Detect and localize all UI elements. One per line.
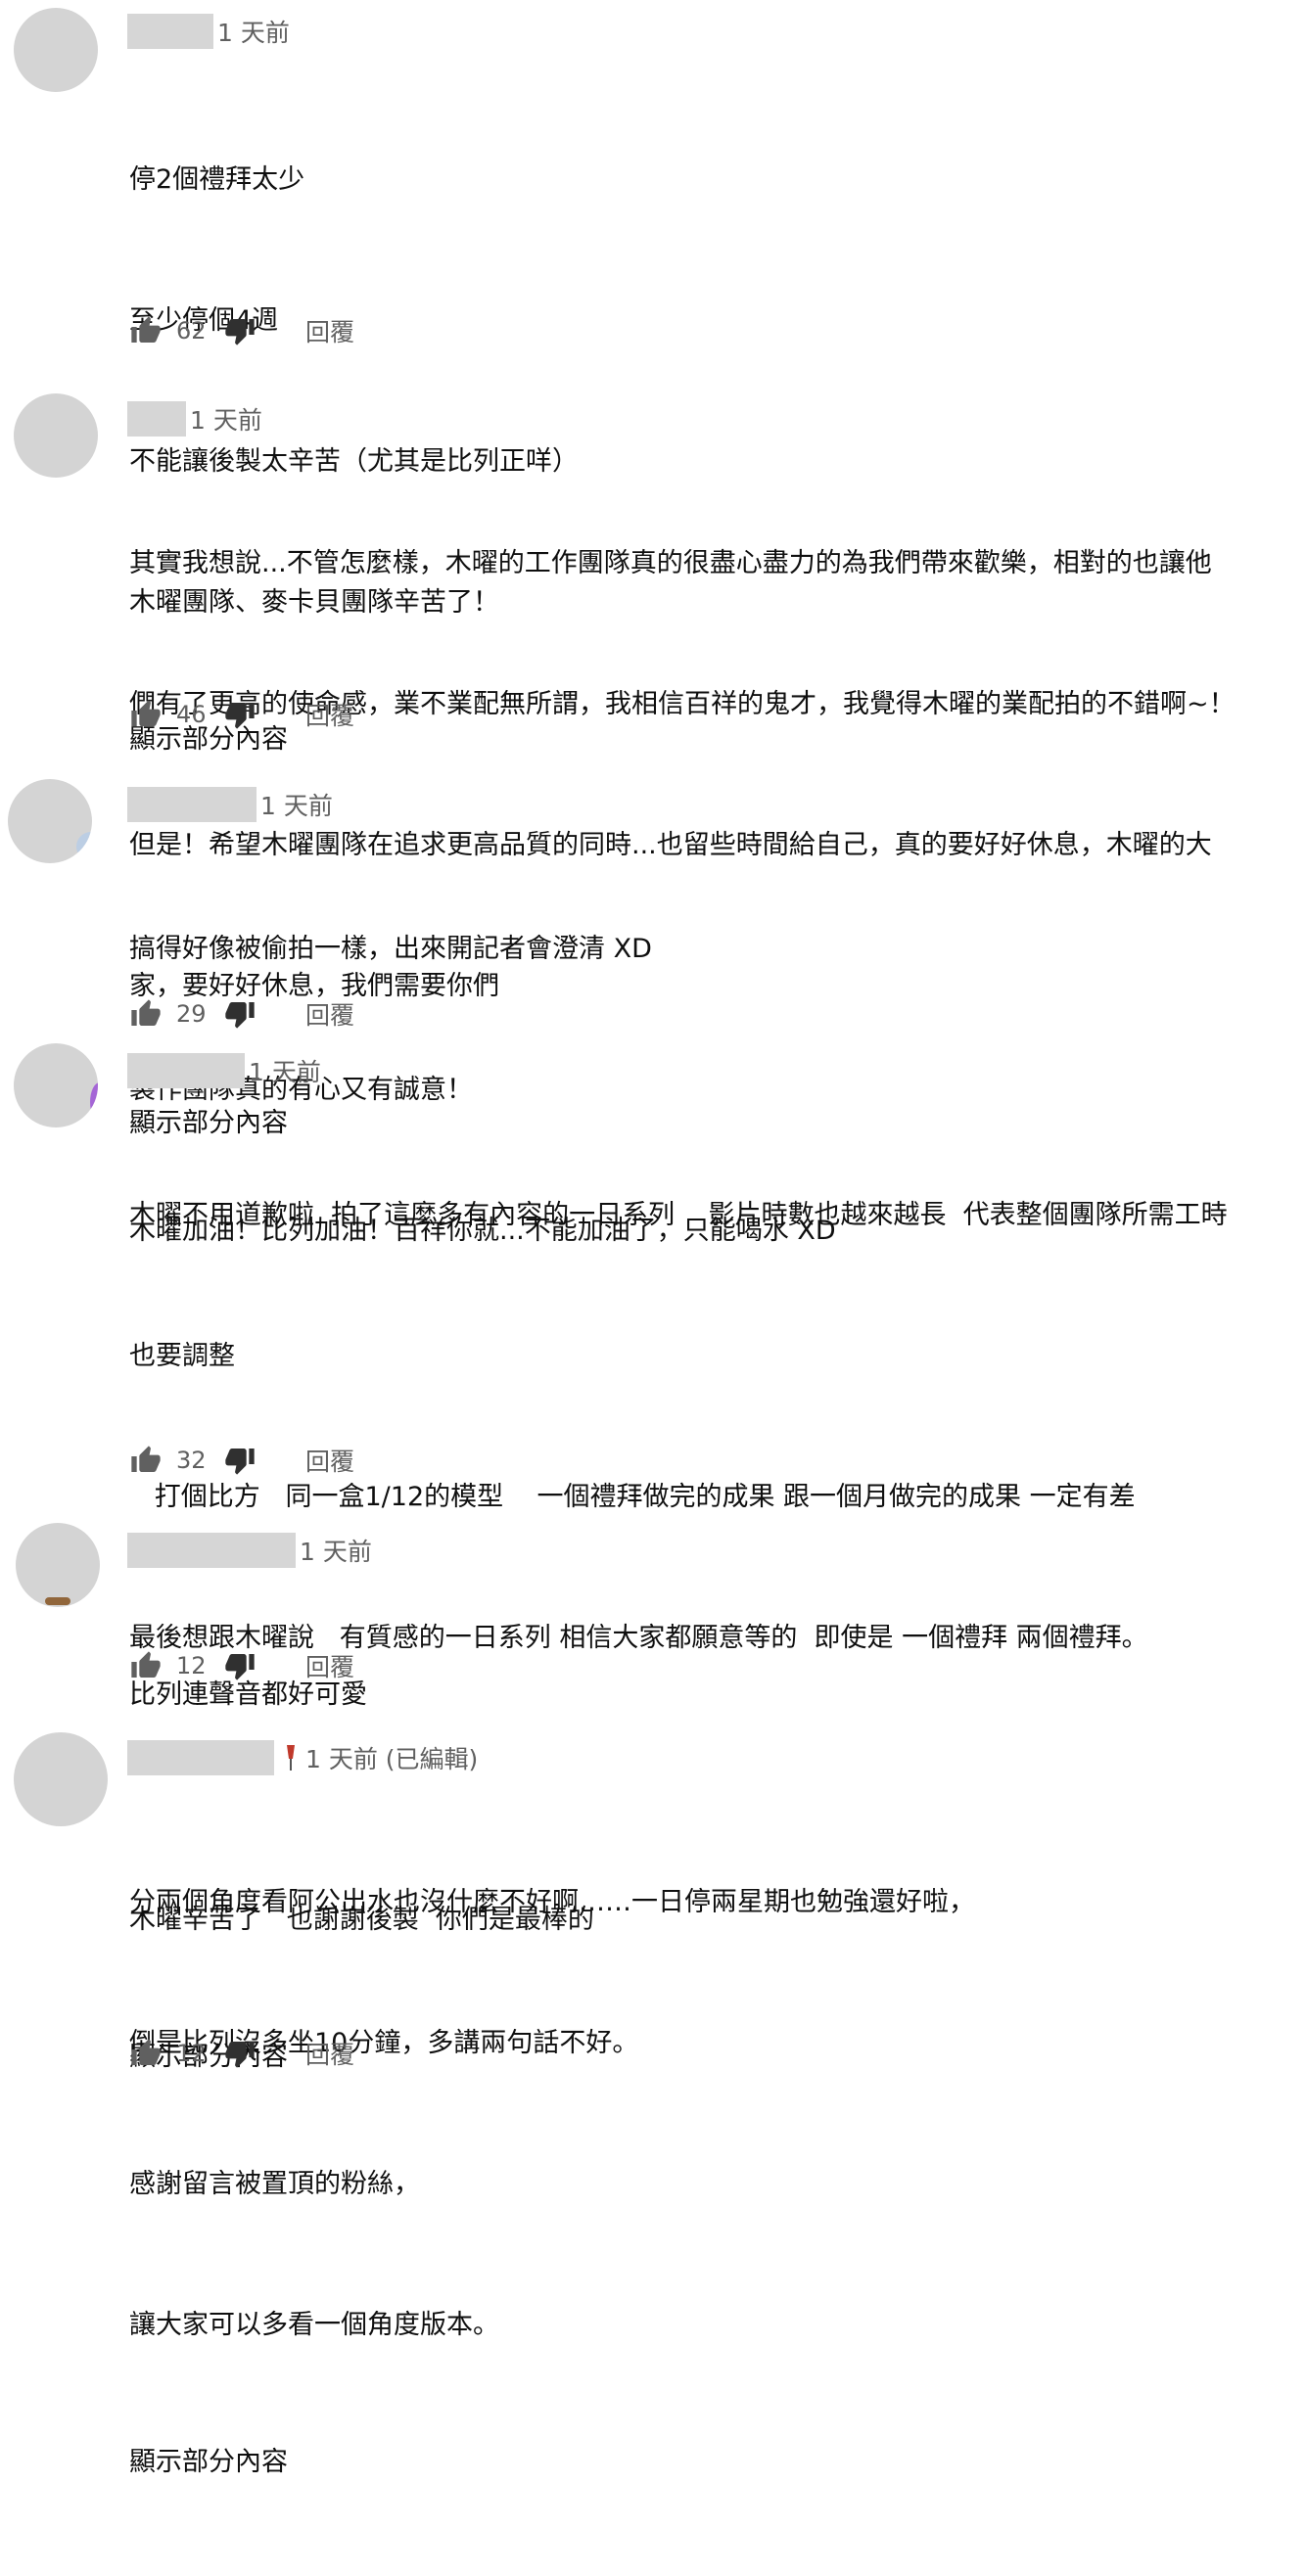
comment-line: 搞得好像被偷拍一樣，出來開記者會澄清 XD [129, 934, 652, 964]
reply-button[interactable]: 回覆 [305, 1648, 354, 1683]
timestamp[interactable]: 1 天前 [300, 1533, 372, 1568]
reply-button[interactable]: 回覆 [305, 697, 354, 732]
edit-pencil-icon [280, 1743, 302, 1772]
like-count: 46 [176, 701, 207, 728]
thumbs-up-icon [131, 316, 161, 343]
thumbs-down-icon [225, 1002, 255, 1029]
author-name-redacted[interactable] [127, 1533, 296, 1568]
author-name-redacted[interactable] [127, 1053, 245, 1088]
comment-line: 其實我想說...不管怎麼樣，木曜的工作團隊真的很盡心盡力的為我們帶來歡樂，相對的… [129, 548, 1212, 578]
like-count: 62 [176, 317, 207, 345]
reply-button[interactable]: 回覆 [305, 1443, 354, 1478]
author-name-redacted[interactable] [127, 401, 186, 437]
comment-header: 1 天前 (已編輯) [127, 1738, 478, 1777]
avatar[interactable] [8, 779, 92, 863]
thumbs-up-icon [131, 999, 161, 1026]
dislike-button[interactable] [223, 998, 257, 1030]
thumbs-down-icon [225, 319, 255, 345]
avatar[interactable] [14, 1732, 108, 1826]
comment-header: 1 天前 [127, 399, 262, 438]
comment-text: 分兩個角度看阿公出水也沒什麼不好啊……一日停兩星期也勉強還好啦， 倒是比列沒多坐… [129, 1785, 1294, 2576]
timestamp[interactable]: 1 天前 [249, 1053, 321, 1088]
comment-header: 1 天前 [127, 785, 333, 824]
dislike-button[interactable] [223, 315, 257, 346]
comment-actions: 12 回覆 [129, 1646, 354, 1685]
like-button[interactable] [129, 1445, 163, 1476]
comment-actions: 62 回覆 [129, 311, 354, 350]
like-count: 12 [176, 2040, 207, 2067]
comment-line: 木曜不用道歉啦 拍了這麼多有內容的一日系列 影片時數也越來越長 代表整個團隊所需… [129, 1200, 1228, 1230]
comment-line: 讓大家可以多看一個角度版本。 [129, 2310, 499, 2340]
avatar[interactable] [14, 1043, 98, 1127]
avatar[interactable] [14, 393, 98, 478]
like-count: 12 [176, 1652, 207, 1679]
comment-line: 分兩個角度看阿公出水也沒什麼不好啊……一日停兩星期也勉強還好啦， [129, 1887, 975, 1917]
author-name-redacted[interactable] [127, 1740, 274, 1775]
like-button[interactable] [129, 699, 163, 730]
timestamp[interactable]: 1 天前 (已編輯) [305, 1740, 478, 1775]
dislike-button[interactable] [223, 1650, 257, 1681]
reply-button[interactable]: 回覆 [305, 313, 354, 348]
timestamp[interactable]: 1 天前 [260, 787, 333, 822]
timestamp[interactable]: 1 天前 [217, 14, 290, 49]
dislike-button[interactable] [223, 1445, 257, 1476]
comment-line: 感謝留言被置頂的粉絲， [129, 2169, 420, 2199]
like-count: 29 [176, 1000, 207, 1028]
author-name-redacted[interactable] [127, 787, 257, 822]
comment-line: 也要調整 [129, 1341, 235, 1371]
thumbs-up-icon [131, 1651, 161, 1678]
comment-actions: 12 回覆 [129, 2034, 354, 2073]
thumbs-down-icon [225, 703, 255, 729]
thumbs-down-icon [225, 1449, 255, 1475]
like-button[interactable] [129, 315, 163, 346]
like-button[interactable] [129, 2038, 163, 2069]
avatar[interactable] [14, 8, 98, 92]
comment-text: 比列連聲音都好可愛 [129, 1578, 1294, 1813]
comment-actions: 32 回覆 [129, 1441, 354, 1480]
thumbs-down-icon [225, 1654, 255, 1680]
thumbs-down-icon [225, 2042, 255, 2068]
like-button[interactable] [129, 998, 163, 1030]
thumbs-up-icon [131, 700, 161, 726]
timestamp[interactable]: 1 天前 [190, 401, 262, 437]
thumbs-up-icon [131, 2039, 161, 2065]
comment-line: 打個比方 同一盒1/12的模型 一個禮拜做完的成果 跟一個月做完的成果 一定有差 [129, 1482, 1136, 1512]
comment-header: 1 天前 [127, 12, 290, 51]
author-name-redacted[interactable] [127, 14, 213, 49]
comment-actions: 29 回覆 [129, 994, 354, 1034]
like-button[interactable] [129, 1650, 163, 1681]
thumbs-up-icon [131, 1446, 161, 1472]
dislike-button[interactable] [223, 699, 257, 730]
comment-header: 1 天前 [127, 1051, 321, 1090]
comment-header: 1 天前 [127, 1531, 372, 1570]
comment-actions: 46 回覆 [129, 695, 354, 734]
reply-button[interactable]: 回覆 [305, 2036, 354, 2071]
dislike-button[interactable] [223, 2038, 257, 2069]
comment-line: 停2個禮拜太少 [129, 164, 305, 195]
show-less-link[interactable]: 顯示部分內容 [129, 2443, 1294, 2482]
avatar[interactable] [16, 1523, 100, 1607]
reply-button[interactable]: 回覆 [305, 996, 354, 1032]
like-count: 32 [176, 1447, 207, 1474]
